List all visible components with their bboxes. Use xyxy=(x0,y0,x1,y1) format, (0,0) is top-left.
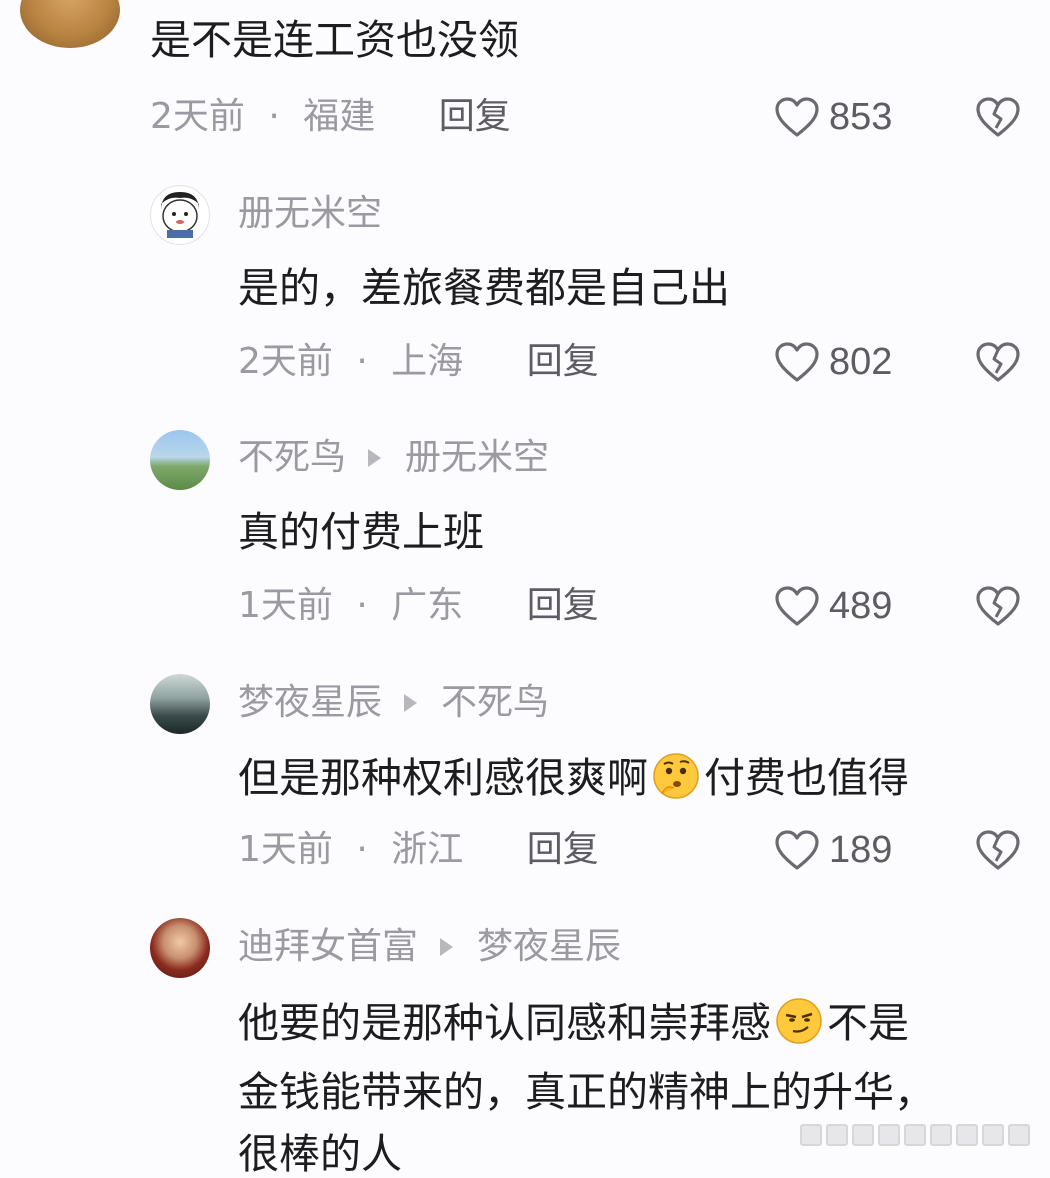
meta-separator: · xyxy=(356,341,368,382)
comment-location: 福建 xyxy=(303,96,376,137)
comment-text: 他要的是那种认同感和崇拜感 不是 xyxy=(238,995,909,1047)
comment-location: 浙江 xyxy=(391,829,464,870)
comment-text-line: 很棒的人 xyxy=(238,1130,402,1178)
comment-text: 但是那种权利感很爽啊 付费也值得 xyxy=(238,750,909,802)
comment-time: 1天前 xyxy=(238,585,333,626)
reply-to-username: 册无米空 xyxy=(405,437,550,478)
reply-arrow-icon xyxy=(404,694,418,712)
like-count: 189 xyxy=(829,828,893,871)
comment-username[interactable]: 梦夜星辰 不死鸟 xyxy=(238,681,549,725)
dislike-button[interactable] xyxy=(974,584,1022,632)
comment-time: 2天前 xyxy=(238,341,333,382)
broken-heart-icon xyxy=(976,830,1020,870)
like-button[interactable]: 189 xyxy=(773,828,892,872)
comment-text: 真的付费上班 xyxy=(238,508,484,556)
meta-separator: · xyxy=(356,585,368,626)
avatar[interactable] xyxy=(150,430,210,490)
broken-heart-icon xyxy=(976,586,1020,626)
reply-arrow-icon xyxy=(440,938,454,956)
like-button[interactable]: 802 xyxy=(773,340,892,384)
heart-outline-icon xyxy=(775,586,819,626)
watermark xyxy=(800,1124,1030,1146)
meta-separator: · xyxy=(356,829,368,870)
reply-button[interactable]: 回复 xyxy=(527,341,599,382)
comment-text: 是不是连工资也没领 xyxy=(150,16,519,64)
reply-to-username: 梦夜星辰 xyxy=(477,926,622,967)
broken-heart-icon xyxy=(976,342,1020,382)
reply-button[interactable]: 回复 xyxy=(527,585,599,626)
comment-time: 1天前 xyxy=(238,829,333,870)
comment-meta: 2天前 · 上海 回复 xyxy=(238,340,599,384)
comment-time: 2天前 xyxy=(150,96,245,137)
heart-outline-icon xyxy=(775,342,819,382)
like-count: 489 xyxy=(829,584,893,627)
comment-meta: 1天前 · 广东 回复 xyxy=(238,584,599,628)
comment-location: 上海 xyxy=(391,341,464,382)
avatar[interactable] xyxy=(150,674,210,734)
like-button[interactable]: 489 xyxy=(773,584,892,628)
thinking-face-emoji xyxy=(653,753,699,799)
comment-username[interactable]: 不死鸟 册无米空 xyxy=(238,436,549,480)
heart-outline-icon xyxy=(775,830,819,870)
dislike-button[interactable] xyxy=(974,828,1022,876)
reply-button[interactable]: 回复 xyxy=(527,829,599,870)
smirk-face-emoji xyxy=(776,998,822,1044)
cartoon-face-avatar xyxy=(161,192,199,238)
dislike-button[interactable] xyxy=(974,95,1022,143)
comment-meta: 1天前 · 浙江 回复 xyxy=(238,828,599,872)
like-count: 802 xyxy=(829,340,893,383)
reply-button[interactable]: 回复 xyxy=(439,96,511,137)
reply-to-username: 不死鸟 xyxy=(441,682,550,723)
avatar[interactable] xyxy=(150,918,210,978)
comment-username[interactable]: 册无米空 xyxy=(238,192,382,236)
reply-arrow-icon xyxy=(368,449,382,467)
broken-heart-icon xyxy=(976,97,1020,137)
dislike-button[interactable] xyxy=(974,340,1022,388)
like-count: 853 xyxy=(829,95,893,138)
comment-location: 广东 xyxy=(391,585,464,626)
comment-username[interactable]: 迪拜女首富 梦夜星辰 xyxy=(238,925,621,969)
meta-separator: · xyxy=(268,96,280,137)
like-button[interactable]: 853 xyxy=(773,95,892,139)
heart-outline-icon xyxy=(775,97,819,137)
avatar[interactable] xyxy=(20,0,120,48)
avatar[interactable] xyxy=(150,185,210,245)
comment-meta: 2天前 · 福建 回复 xyxy=(150,95,511,139)
comment-text: 是的，差旅餐费都是自己出 xyxy=(238,264,730,312)
comment-text-line: 金钱能带来的，真正的精神上的升华， xyxy=(238,1068,935,1116)
